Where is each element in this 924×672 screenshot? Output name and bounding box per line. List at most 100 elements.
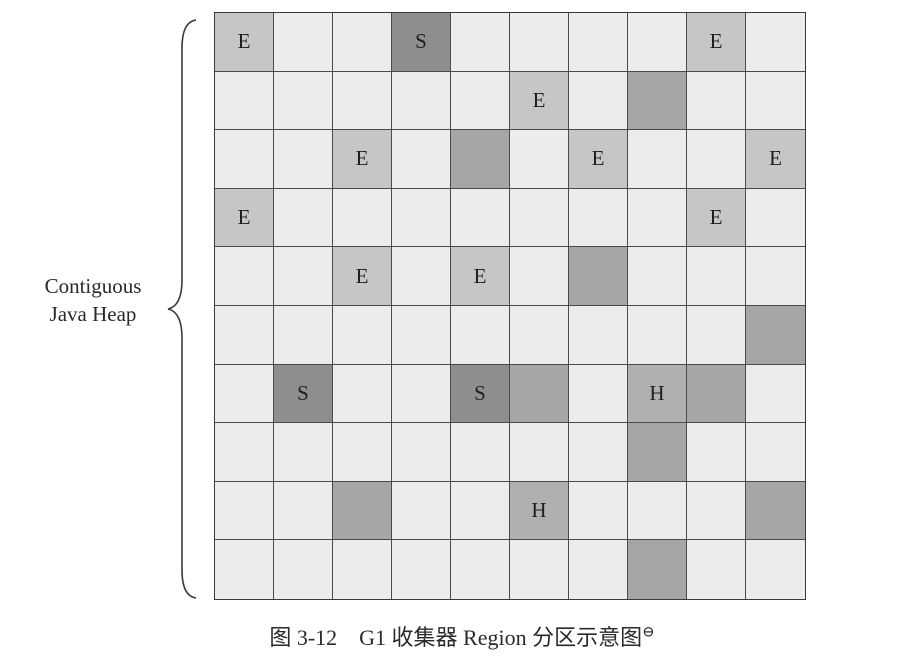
region-cell-free (510, 13, 569, 72)
region-cell-free (215, 540, 274, 599)
region-cell-eden: E (215, 13, 274, 72)
region-cell-free (215, 247, 274, 306)
region-cell-free (569, 481, 628, 541)
region-cell-eden: E (569, 130, 628, 189)
region-cell-free (746, 13, 805, 72)
region-cell-free (274, 71, 333, 131)
region-cell-free (274, 130, 333, 189)
region-cell-free (451, 305, 510, 365)
region-cell-free (274, 247, 333, 306)
region-cell-free (510, 423, 569, 482)
region-cell-free (392, 423, 451, 482)
region-cell-free (274, 305, 333, 365)
region-cell-free (687, 130, 746, 189)
region-cell-survivor: S (392, 13, 451, 72)
region-cell-free (746, 364, 805, 424)
region-cell-free (451, 423, 510, 482)
region-cell-free (392, 540, 451, 599)
region-cell-free (687, 247, 746, 306)
region-cell-free (628, 13, 687, 72)
region-cell-free (569, 423, 628, 482)
region-cell-free (215, 481, 274, 541)
region-cell-free (392, 71, 451, 131)
region-cell-free (746, 71, 805, 131)
region-cell-free (569, 540, 628, 599)
region-cell-free (392, 247, 451, 306)
region-cell-free (333, 364, 392, 424)
region-cell-free (333, 13, 392, 72)
region-cell-humongous: H (510, 481, 569, 541)
caption-footnote-mark: ⊖ (642, 624, 655, 641)
region-cell-other (746, 481, 805, 541)
region-cell-other (510, 364, 569, 424)
heap-label-line2: Java Heap (49, 302, 137, 326)
region-cell-free (215, 423, 274, 482)
region-cell-free (392, 188, 451, 248)
region-cell-free (333, 423, 392, 482)
region-cell-free (628, 130, 687, 189)
region-cell-free (510, 188, 569, 248)
region-cell-free (510, 130, 569, 189)
region-cell-free (333, 188, 392, 248)
region-cell-free (746, 247, 805, 306)
region-cell-free (746, 540, 805, 599)
region-cell-free (687, 423, 746, 482)
region-cell-free (628, 305, 687, 365)
region-cell-free (510, 540, 569, 599)
region-cell-free (687, 305, 746, 365)
region-cell-free (333, 540, 392, 599)
region-cell-free (746, 423, 805, 482)
region-cell-free (215, 71, 274, 131)
region-cell-eden: E (451, 247, 510, 306)
region-cell-free (274, 540, 333, 599)
region-cell-survivor: S (274, 364, 333, 424)
region-cell-free (274, 13, 333, 72)
region-cell-free (569, 364, 628, 424)
region-cell-free (274, 481, 333, 541)
region-cell-humongous: H (628, 364, 687, 424)
region-cell-other (628, 423, 687, 482)
region-cell-eden: E (687, 13, 746, 72)
caption-text: 图 3-12 G1 收集器 Region 分区示意图 (269, 625, 643, 650)
region-cell-free (392, 305, 451, 365)
region-cell-free (451, 71, 510, 131)
region-cell-free (687, 481, 746, 541)
region-cell-eden: E (215, 188, 274, 248)
region-cell-other (451, 130, 510, 189)
region-cell-eden: E (333, 247, 392, 306)
heap-label: Contiguous Java Heap (18, 272, 168, 328)
region-cell-free (569, 71, 628, 131)
region-cell-eden: E (746, 130, 805, 189)
region-cell-free (746, 188, 805, 248)
region-cell-free (392, 481, 451, 541)
region-cell-free (333, 71, 392, 131)
region-cell-free (628, 188, 687, 248)
region-cell-other (333, 481, 392, 541)
region-cell-free (215, 130, 274, 189)
region-cell-other (569, 247, 628, 306)
region-cell-other (746, 305, 805, 365)
region-cell-free (333, 305, 392, 365)
region-cell-free (451, 13, 510, 72)
figure-caption: 图 3-12 G1 收集器 Region 分区示意图⊖ (0, 620, 924, 652)
region-cell-free (215, 364, 274, 424)
region-cell-free (215, 305, 274, 365)
region-cell-free (569, 13, 628, 72)
region-cell-free (687, 540, 746, 599)
region-cell-free (569, 188, 628, 248)
region-cell-eden: E (333, 130, 392, 189)
region-cell-free (687, 71, 746, 131)
region-cell-free (569, 305, 628, 365)
heap-label-line1: Contiguous (44, 274, 142, 298)
region-cell-free (451, 481, 510, 541)
heap-region-grid: ESEEEEEEEEESSHH (214, 12, 806, 600)
region-cell-free (392, 364, 451, 424)
curly-brace-icon (167, 19, 197, 599)
region-cell-other (628, 540, 687, 599)
region-cell-eden: E (687, 188, 746, 248)
region-cell-free (451, 188, 510, 248)
region-cell-eden: E (510, 71, 569, 131)
region-cell-other (687, 364, 746, 424)
region-cell-free (274, 188, 333, 248)
region-cell-free (628, 481, 687, 541)
